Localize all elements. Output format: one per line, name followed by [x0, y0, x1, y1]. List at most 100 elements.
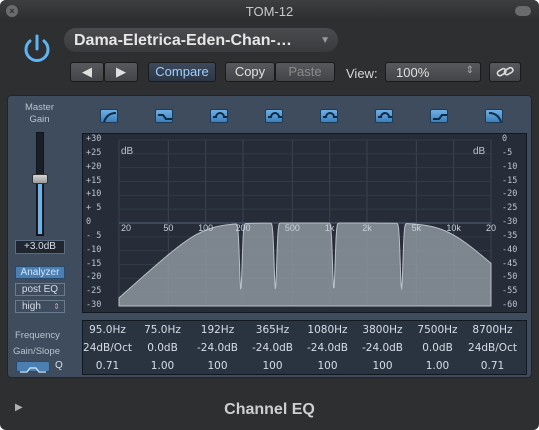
band-2-q-value[interactable]: 1.00 [135, 360, 190, 372]
q-couple-icon [20, 367, 46, 373]
band-2-frequency-value[interactable]: 75.0Hz [135, 324, 190, 336]
band-4-q-value[interactable]: 100 [245, 360, 300, 372]
compare-button[interactable]: Compare [148, 62, 216, 82]
left-db-scale-label: -10 [86, 244, 102, 255]
band-3-q-value[interactable]: 100 [190, 360, 245, 372]
band-3-gain-slope-value[interactable]: -24.0dB [190, 342, 245, 354]
right-analyzer-scale-label: -5 [502, 147, 513, 158]
freq-tick-label: 200 [235, 223, 250, 233]
left-db-scale-label: 0 [86, 217, 92, 227]
master-gain-fill [38, 178, 42, 234]
lowcut-icon [103, 112, 117, 123]
band-8-gain-slope-value[interactable]: 24dB/Oct [465, 342, 520, 354]
band-1-frequency-value[interactable]: 95.0Hz [80, 324, 135, 336]
freq-tick-label: 1k [325, 223, 335, 233]
right-analyzer-scale-label: -60 [502, 300, 518, 310]
master-gain-value[interactable]: +3.0dB [15, 240, 65, 254]
master-gain-knob[interactable] [32, 173, 48, 184]
left-db-scale-label: -20 [86, 272, 102, 283]
bell-icon [323, 112, 337, 118]
band-1-gain-slope-value[interactable]: 24dB/Oct [80, 342, 135, 354]
band-3-bell-button[interactable] [210, 109, 228, 123]
arrow-right-icon: ▶ [116, 64, 126, 79]
frequency-row-label: Frequency [15, 330, 60, 341]
analyzer-button[interactable]: Analyzer [15, 266, 65, 279]
right-analyzer-scale-label: -35 [502, 230, 518, 241]
band-6-gain-slope-value[interactable]: -24.0dB [355, 342, 410, 354]
band-7-frequency-value[interactable]: 7500Hz [410, 324, 465, 336]
band-1-q-value[interactable]: 0.71 [80, 360, 135, 372]
band-8-highcut-button[interactable] [485, 109, 503, 123]
freq-tick-label: 20 [486, 223, 496, 233]
left-db-scale-label: +25 [86, 147, 102, 158]
next-preset-button[interactable]: ▶ [104, 62, 138, 82]
band-4-gain-slope-value[interactable]: -24.0dB [245, 342, 300, 354]
right-analyzer-scale-label: -10 [502, 161, 518, 172]
left-db-scale-label: -15 [86, 258, 102, 269]
band-8-q-value[interactable]: 0.71 [465, 360, 520, 372]
band-5-gain-slope-value[interactable]: -24.0dB [300, 342, 355, 354]
master-gain-slider[interactable] [36, 132, 44, 236]
left-db-scale-label: +20 [86, 161, 102, 172]
left-db-scale-label: -30 [86, 300, 102, 310]
link-button[interactable] [489, 62, 521, 82]
eq-graph-svg[interactable]: 20 50 100 200 500 1k 2k 5k 10k 20 [83, 134, 528, 314]
chevron-down-icon: ▼ [320, 35, 330, 46]
preset-menu[interactable]: Dama-Eletrica-Eden-Chan-… ▼ [64, 28, 338, 52]
band-1-lowcut-button[interactable] [100, 109, 118, 123]
eq-curve-display[interactable]: 20 50 100 200 500 1k 2k 5k 10k 20 dB dB [82, 133, 527, 313]
paste-button[interactable]: Paste [275, 62, 335, 82]
band-7-gain-slope-value[interactable]: 0.0dB [410, 342, 465, 354]
highshelf-icon [433, 114, 447, 120]
copy-button[interactable]: Copy [225, 62, 275, 82]
band-6-bell-button[interactable] [375, 109, 393, 123]
left-db-scale-label: -25 [86, 286, 102, 297]
right-analyzer-scale-label: -45 [502, 258, 518, 269]
freq-tick-label: 500 [285, 223, 300, 233]
band-2-lowshelf-button[interactable] [155, 109, 173, 123]
window-title: TOM-12 [245, 4, 294, 19]
freq-tick-label: 50 [163, 223, 173, 233]
stepper-arrows-icon: ⇕ [53, 302, 60, 311]
previous-preset-button[interactable]: ◀ [70, 62, 104, 82]
q-couple-toggle[interactable] [16, 361, 50, 373]
band-6-q-value[interactable]: 100 [355, 360, 410, 372]
gain-slope-row-label: Gain/Slope [13, 346, 61, 357]
left-db-scale-label: + 5 [86, 203, 102, 214]
lowshelf-icon [158, 114, 172, 120]
band-2-gain-slope-value[interactable]: 0.0dB [135, 342, 190, 354]
left-db-scale-label: +30 [86, 134, 102, 144]
band-5-q-value[interactable]: 100 [300, 360, 355, 372]
band-4-bell-button[interactable] [265, 109, 283, 123]
band-6-frequency-value[interactable]: 3800Hz [355, 324, 410, 336]
band-7-q-value[interactable]: 1.00 [410, 360, 465, 372]
band-3-frequency-value[interactable]: 192Hz [190, 324, 245, 336]
freq-tick-label: 5k [412, 223, 422, 233]
eq-curve [118, 222, 492, 307]
db-label-left: dB [121, 146, 134, 157]
band-8-frequency-value[interactable]: 8700Hz [465, 324, 520, 336]
master-label-line2: Gain [29, 114, 50, 125]
bell-icon [213, 112, 227, 118]
view-label: View: [346, 66, 378, 81]
band-5-bell-button[interactable] [320, 109, 338, 123]
left-db-scale-label: +10 [86, 189, 102, 200]
power-icon [24, 34, 50, 62]
freq-tick-label: 100 [198, 223, 213, 233]
view-zoom-select[interactable]: 100% ⇕ [385, 62, 481, 82]
analyzer-resolution-select[interactable]: high ⇕ [15, 300, 65, 313]
band-5-frequency-value[interactable]: 1080Hz [300, 324, 355, 336]
power-button[interactable] [18, 30, 56, 70]
q-row-label: Q [55, 360, 63, 371]
band-7-highshelf-button[interactable] [430, 109, 448, 123]
zoom-window-button[interactable] [515, 6, 531, 16]
right-analyzer-scale-label: -25 [502, 203, 518, 214]
band-4-frequency-value[interactable]: 365Hz [245, 324, 300, 336]
plugin-window: × TOM-12 Dama-Eletrica-Eden-Chan-… ▼ ◀ ▶… [0, 0, 539, 430]
left-db-scale-label: +15 [86, 175, 102, 186]
analyzer-mode-button[interactable]: post EQ [15, 283, 65, 296]
title-bar[interactable]: × TOM-12 [0, 0, 539, 22]
freq-tick-label: 2k [362, 223, 372, 233]
db-label-right: dB [473, 146, 486, 157]
preset-name: Dama-Eletrica-Eden-Chan-… [74, 32, 292, 49]
